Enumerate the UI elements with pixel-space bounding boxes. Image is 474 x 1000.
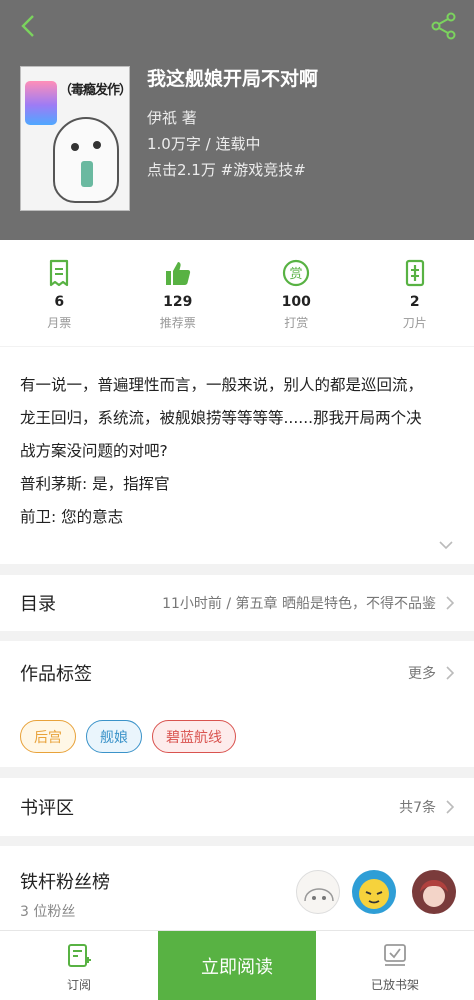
chevron-right-icon bbox=[446, 666, 454, 680]
seal-illustration bbox=[53, 117, 119, 203]
stat-value: 129 bbox=[163, 294, 193, 310]
catalog-title: 目录 bbox=[20, 594, 56, 615]
intro-line: 龙王回归，系统流，被舰娘捞等等等等......那我开局两个决 bbox=[20, 409, 422, 427]
intro-line: 前卫: 您的意志 bbox=[20, 508, 124, 526]
book-header: （毒瘾发作） 我这舰娘开局不对啊 伊祇 著 1.0万字 / 连载中 点击2.1万… bbox=[0, 0, 474, 240]
tags-title: 作品标签 bbox=[20, 664, 92, 685]
reviews-title: 书评区 bbox=[20, 798, 74, 819]
book-title: 我这舰娘开局不对啊 bbox=[147, 68, 319, 90]
tag-chip[interactable]: 舰娘 bbox=[86, 720, 142, 753]
intro-line: 普利茅斯: 是，指挥官 bbox=[20, 475, 170, 493]
latest-chapter: 11小时前 / 第五章 晒船是特色，不得不品鉴 bbox=[162, 596, 436, 612]
stat-label: 月票 bbox=[47, 316, 72, 330]
book-intro[interactable]: 有一说一，普遍理性而言，一般来说，别人的都是巡回流， 龙王回归，系统流，被舰娘捞… bbox=[0, 347, 474, 564]
on-shelf-button[interactable]: 已放书架 bbox=[316, 931, 474, 1000]
avatar[interactable] bbox=[412, 870, 456, 914]
chevron-down-icon bbox=[439, 541, 453, 550]
stat-label: 推荐票 bbox=[159, 316, 196, 330]
avatar[interactable] bbox=[352, 870, 396, 914]
bookshelf-check-icon bbox=[384, 944, 406, 966]
subscribe-button[interactable]: 订阅 bbox=[0, 931, 158, 1000]
stat-value: 2 bbox=[409, 294, 420, 310]
svg-text:赏: 赏 bbox=[290, 267, 303, 282]
fan-ranking[interactable]: 铁杆粉丝榜 3 位粉丝 bbox=[0, 846, 474, 930]
chevron-right-icon bbox=[446, 596, 454, 610]
stat-reward[interactable]: 赏 100 打赏 bbox=[237, 240, 356, 346]
read-now-button[interactable]: 立即阅读 bbox=[158, 931, 316, 1000]
fans-count: 3 位粉丝 bbox=[20, 904, 76, 920]
stat-label: 刀片 bbox=[402, 316, 427, 330]
stat-monthly-ticket[interactable]: 6 月票 bbox=[0, 240, 119, 346]
stat-recommend[interactable]: 129 推荐票 bbox=[119, 240, 238, 346]
app-badge-icon bbox=[25, 81, 57, 125]
catalog-row[interactable]: 目录 11小时前 / 第五章 晒船是特色，不得不品鉴 bbox=[0, 575, 474, 631]
tags-header-row[interactable]: 作品标签 更多 bbox=[0, 641, 474, 705]
on-shelf-label: 已放书架 bbox=[370, 978, 419, 992]
share-button[interactable] bbox=[428, 10, 460, 42]
subscribe-label: 订阅 bbox=[66, 978, 91, 992]
fans-title: 铁杆粉丝榜 bbox=[20, 872, 110, 893]
thumbs-up-icon bbox=[163, 258, 193, 288]
intro-line: 战方案没问题的对吧? bbox=[20, 442, 168, 460]
stats-bar: 6 月票 129 推荐票 赏 100 打赏 2 刀片 bbox=[0, 240, 474, 346]
stat-label: 打赏 bbox=[284, 316, 309, 330]
book-word-count: 1.0万字 / 连载中 bbox=[147, 135, 261, 153]
expand-intro-button[interactable] bbox=[436, 538, 456, 552]
subscribe-icon bbox=[68, 944, 91, 967]
stat-blade[interactable]: 2 刀片 bbox=[356, 240, 474, 346]
book-cover[interactable]: （毒瘾发作） bbox=[20, 66, 130, 211]
reviews-row[interactable]: 书评区 共7条 bbox=[0, 778, 474, 836]
intro-line: 有一说一，普遍理性而言，一般来说，别人的都是巡回流， bbox=[20, 376, 424, 394]
book-clicks-genre: 点击2.1万 #游戏竞技# bbox=[147, 161, 306, 179]
tag-chip[interactable]: 碧蓝航线 bbox=[152, 720, 236, 753]
tag-list: 后宫 舰娘 碧蓝航线 bbox=[0, 705, 474, 767]
blade-icon bbox=[400, 258, 430, 288]
book-author[interactable]: 伊祇 著 bbox=[147, 107, 197, 128]
reviews-count: 共7条 bbox=[399, 800, 436, 816]
chevron-right-icon bbox=[446, 800, 454, 814]
share-icon bbox=[431, 12, 456, 40]
tag-chip[interactable]: 后宫 bbox=[20, 720, 76, 753]
tags-more-link: 更多 bbox=[408, 666, 436, 682]
chevron-left-icon bbox=[21, 15, 34, 37]
avatar[interactable] bbox=[296, 870, 340, 914]
bottom-action-bar: 订阅 立即阅读 已放书架 bbox=[0, 930, 474, 1000]
reward-icon: 赏 bbox=[281, 258, 311, 288]
stat-value: 100 bbox=[281, 294, 311, 310]
monthly-ticket-icon bbox=[44, 258, 74, 288]
stat-value: 6 bbox=[54, 294, 65, 310]
back-button[interactable] bbox=[12, 10, 44, 42]
cover-text: （毒瘾发作） bbox=[59, 83, 130, 98]
